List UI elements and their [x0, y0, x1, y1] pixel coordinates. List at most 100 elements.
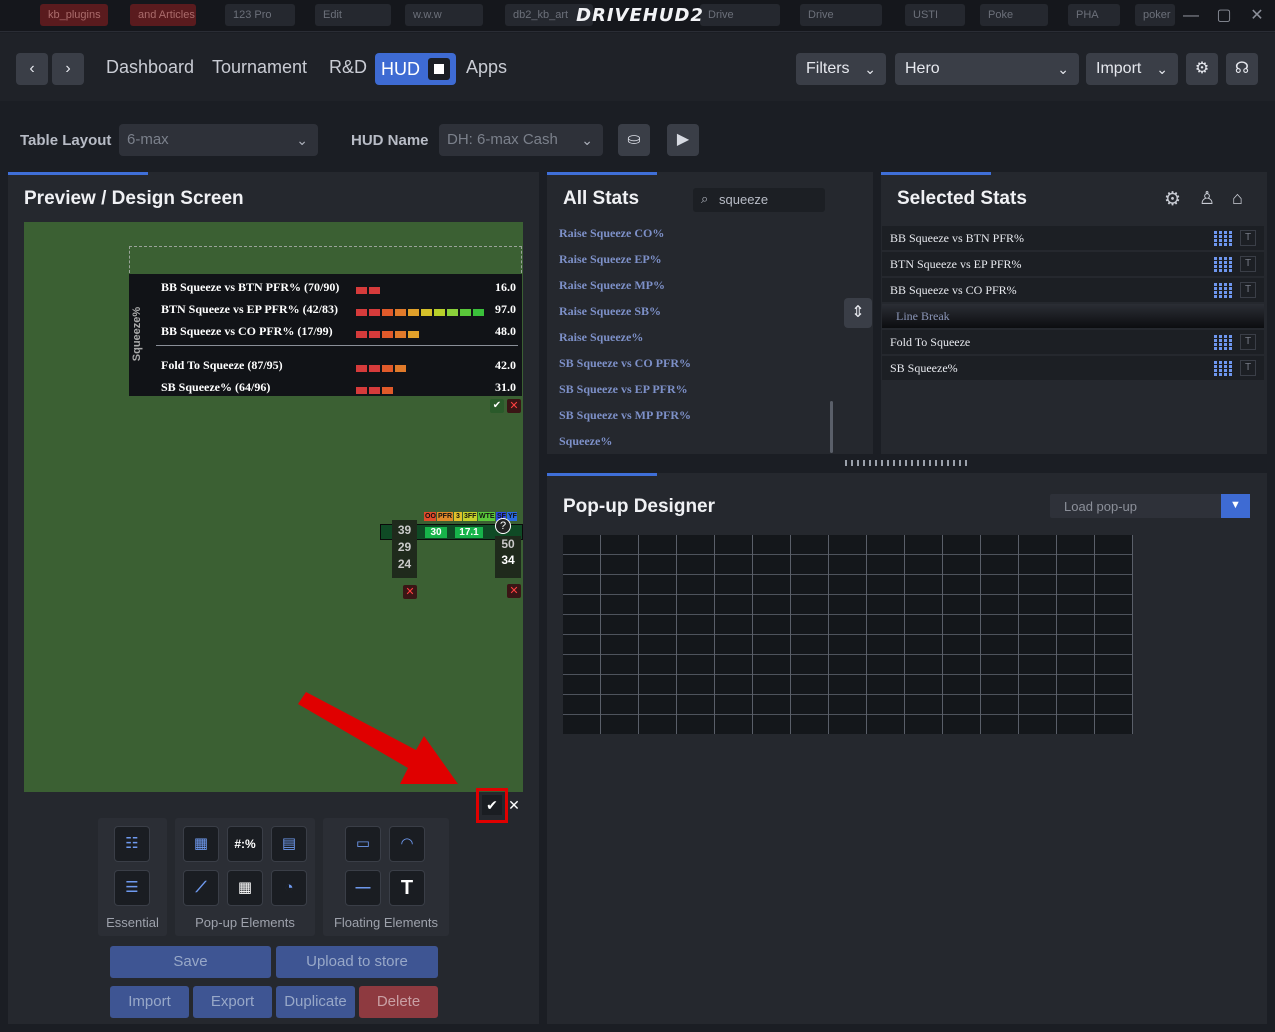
stat-text-icon[interactable]: T	[1240, 282, 1256, 298]
browser-tab[interactable]: Drive	[700, 4, 780, 26]
close-icon[interactable]: ✕	[1246, 6, 1268, 26]
all-stats-item[interactable]: Raise Squeeze SB%	[559, 304, 661, 319]
squeeze-hud-panel[interactable]: Squeeze% BB Squeeze vs BTN PFR% (70/90) 1…	[129, 274, 522, 396]
user-icon[interactable]: ♙	[1199, 188, 1215, 209]
chevron-down-icon[interactable]: ▼	[1221, 494, 1250, 518]
nav-dashboard[interactable]: Dashboard	[106, 57, 194, 78]
all-stats-item[interactable]: Raise Squeeze%	[559, 330, 643, 345]
selected-stat-row[interactable]: BTN Squeeze vs EP PFR% T	[882, 252, 1264, 276]
column-tool-icon[interactable]: ☰	[114, 870, 150, 906]
all-stats-item[interactable]: SB Squeeze vs CO PFR%	[559, 356, 691, 371]
stats-search-input[interactable]: ⌕ squeeze	[693, 188, 825, 212]
table-tool-icon[interactable]: ☷	[114, 826, 150, 862]
gauge-tool-icon[interactable]: ◠	[389, 826, 425, 862]
import-dropdown[interactable]: Import ⌄	[1086, 53, 1178, 85]
browser-tab[interactable]: poker	[1135, 4, 1175, 26]
browser-tab[interactable]: Drive	[800, 4, 882, 26]
line-break-row[interactable]: Line Break	[882, 304, 1264, 328]
hud-accept-icon[interactable]: ✔	[490, 399, 504, 413]
move-stats-icon[interactable]: ⇕	[844, 298, 872, 328]
text-tool-icon[interactable]: T	[389, 870, 425, 906]
nav-apps[interactable]: Apps	[466, 57, 507, 78]
hud-stat-name: BB Squeeze vs BTN PFR% (70/90)	[161, 280, 340, 294]
stat-layout-icon[interactable]	[1214, 334, 1232, 350]
browser-tab[interactable]: Poke	[980, 4, 1048, 26]
all-stats-item[interactable]: Raise Squeeze CO%	[559, 226, 664, 241]
hud-remove-icon[interactable]: ✕	[507, 399, 521, 413]
player-card-tool-icon[interactable]: ▭	[345, 826, 381, 862]
duplicate-button[interactable]: Duplicate	[276, 986, 355, 1018]
maximize-icon[interactable]: ▢	[1213, 6, 1235, 26]
grid-tool-icon[interactable]: ▦	[183, 826, 219, 862]
discard-x-icon[interactable]: ✕	[506, 795, 522, 815]
selected-stat-row[interactable]: BB Squeeze vs BTN PFR% T	[882, 226, 1264, 250]
popup-elements-label: Pop-up Elements	[195, 915, 295, 930]
all-stats-item[interactable]: SB Squeeze vs MP PFR%	[559, 408, 691, 423]
hud-bar-segment	[369, 365, 380, 372]
upload-to-store-button[interactable]: Upload to store	[276, 946, 438, 978]
heatmap-tool-icon[interactable]: ▦	[227, 870, 263, 906]
selected-stat-row[interactable]: Fold To Squeeze T	[882, 330, 1264, 354]
seat-icon[interactable]: ⛀	[618, 124, 650, 156]
stats-settings-gear-icon[interactable]: ⚙	[1164, 188, 1181, 211]
browser-tab[interactable]: Edit	[315, 4, 391, 26]
stat-layout-icon[interactable]	[1214, 256, 1232, 272]
help-icon[interactable]: ?	[495, 518, 511, 534]
line-break-tool-icon[interactable]: ―	[345, 870, 381, 906]
line-chart-tool-icon[interactable]: ⟋	[183, 870, 219, 906]
apply-check-icon[interactable]: ✔	[482, 795, 502, 815]
selected-stat-row[interactable]: SB Squeeze% T	[882, 356, 1264, 380]
stat-text-icon[interactable]: T	[1240, 334, 1256, 350]
load-popup-select[interactable]: Load pop-up ▼	[1050, 494, 1250, 518]
hud-name-select[interactable]: DH: 6-max Cash ⌄	[439, 124, 603, 156]
selected-stat-row[interactable]: BB Squeeze vs CO PFR% T	[882, 278, 1264, 302]
all-stats-item[interactable]: Raise Squeeze MP%	[559, 278, 665, 293]
tag-icon[interactable]: ⌂	[1232, 188, 1243, 209]
stat-text-icon[interactable]: T	[1240, 256, 1256, 272]
import-button[interactable]: Import	[110, 986, 189, 1018]
nav-hud[interactable]: HUD	[375, 53, 456, 85]
hud-stat-name: BTN Squeeze vs EP PFR% (42/83)	[161, 302, 338, 316]
browser-tab[interactable]: w.w.w	[405, 4, 483, 26]
stat-text-icon[interactable]: T	[1240, 360, 1256, 376]
support-headset-icon[interactable]: ☊	[1226, 53, 1258, 85]
table-layout-select[interactable]: 6-max ⌄	[119, 124, 318, 156]
essential-label: Essential	[106, 915, 159, 930]
browser-tab[interactable]: USTI	[905, 4, 965, 26]
stat-layout-icon[interactable]	[1214, 282, 1232, 298]
design-table-felt[interactable]: Squeeze% BB Squeeze vs BTN PFR% (70/90) 1…	[24, 222, 523, 792]
all-stats-item[interactable]: Raise Squeeze EP%	[559, 252, 662, 267]
all-stats-item[interactable]: SB Squeeze vs EP PFR%	[559, 382, 688, 397]
player-hud-tag: 3FF	[463, 512, 477, 521]
player-dropdown[interactable]: Hero ⌄	[895, 53, 1079, 85]
settings-gear-icon[interactable]: ⚙	[1186, 53, 1218, 85]
save-button[interactable]: Save	[110, 946, 271, 978]
browser-tab[interactable]: kb_plugins	[40, 4, 108, 26]
browser-tab[interactable]: PHA	[1068, 4, 1120, 26]
stat-layout-icon[interactable]	[1214, 230, 1232, 246]
all-stats-item[interactable]: Squeeze%	[559, 434, 612, 449]
remove-right-icon[interactable]: ✕	[507, 584, 521, 598]
delete-button[interactable]: Delete	[359, 986, 438, 1018]
preview-screen-icon[interactable]: ▶	[667, 124, 699, 156]
hud-selection-outline	[129, 246, 522, 273]
nav-tournament[interactable]: Tournament	[212, 57, 307, 78]
minimize-icon[interactable]: —	[1180, 6, 1202, 26]
filters-dropdown[interactable]: Filters ⌄	[796, 53, 886, 85]
all-stats-scrollbar[interactable]	[830, 401, 833, 453]
stat-layout-icon[interactable]	[1214, 360, 1232, 376]
nav-rnd[interactable]: R&D	[329, 57, 367, 78]
browser-tab[interactable]: 123 Pro	[225, 4, 295, 26]
bar-chart-tool-icon[interactable]: ▤	[271, 826, 307, 862]
stat-text-tool-icon[interactable]: #:%	[227, 826, 263, 862]
export-button[interactable]: Export	[193, 986, 272, 1018]
remove-left-icon[interactable]: ✕	[403, 585, 417, 599]
back-button[interactable]: ‹	[16, 53, 48, 85]
stop-icon[interactable]	[428, 58, 450, 80]
popup-design-grid[interactable]	[563, 535, 1133, 734]
browser-tab[interactable]: and Articles	[130, 4, 196, 26]
stat-text-icon[interactable]: T	[1240, 230, 1256, 246]
pie-chart-tool-icon[interactable]: ◔	[271, 870, 307, 906]
panel-splitter-handle[interactable]	[845, 460, 969, 466]
forward-button[interactable]: ›	[52, 53, 84, 85]
